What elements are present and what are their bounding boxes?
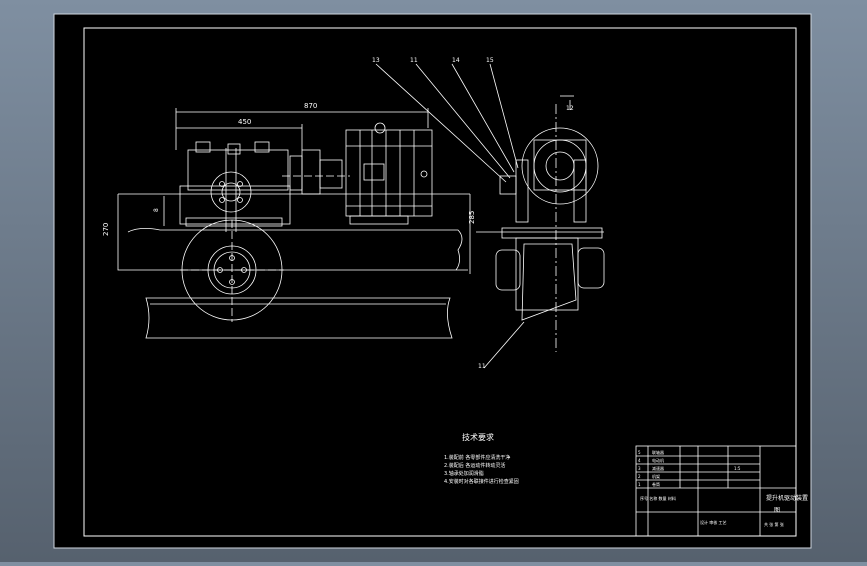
tb-drawing-name: 提升机驱动装置 [766, 494, 808, 502]
callout-14: 14 [452, 57, 460, 64]
tech-req-item-2: 2.装配后 各运动件转动灵活 [444, 462, 505, 469]
dim-label-270: 270 [102, 223, 110, 236]
tech-req-item-4: 4.安装时对各联接件进行检查紧固 [444, 478, 519, 485]
dim-label-450: 450 [238, 118, 251, 126]
callout-11-lower: 11 [478, 363, 486, 370]
tb-sheet-note: 共 张 第 张 [764, 521, 784, 527]
dim-label-870: 870 [304, 102, 317, 110]
tech-req-item-3: 3.轴承处加润滑脂 [444, 470, 484, 477]
tb-row-name-5: 联轴器 [652, 449, 664, 455]
tb-row-name-3: 减速器 [652, 465, 664, 471]
tb-row-name-2: 机架 [652, 473, 660, 479]
dim-label-8: 8 [153, 208, 160, 212]
drawing-sheet [53, 13, 812, 549]
dim-label-285: 285 [468, 211, 476, 224]
tb-row-name-1: 卷筒 [652, 481, 660, 487]
callout-13: 13 [372, 57, 380, 64]
tb-signatures: 设计 审核 工艺 [700, 519, 727, 525]
tb-row-name-4: 电动机 [652, 457, 664, 463]
cad-viewport[interactable]: 870 450 270 285 8 12 13 11 14 15 11 技术要求… [0, 0, 867, 562]
callout-11: 11 [410, 57, 418, 64]
drawing-canvas[interactable]: 870 450 270 285 8 12 13 11 14 15 11 技术要求… [0, 0, 867, 562]
tech-req-title: 技术要求 [462, 432, 494, 442]
tb-drawing-name-line2: 图 [774, 507, 780, 514]
dim-label-12: 12 [566, 105, 574, 112]
tb-scale: 1:5 [734, 466, 741, 471]
tech-req-item-1: 1.装配前 各零部件应清洗干净 [444, 454, 510, 461]
tb-header: 序号 名称 数量 材料 [640, 495, 676, 501]
callout-15: 15 [486, 57, 494, 64]
